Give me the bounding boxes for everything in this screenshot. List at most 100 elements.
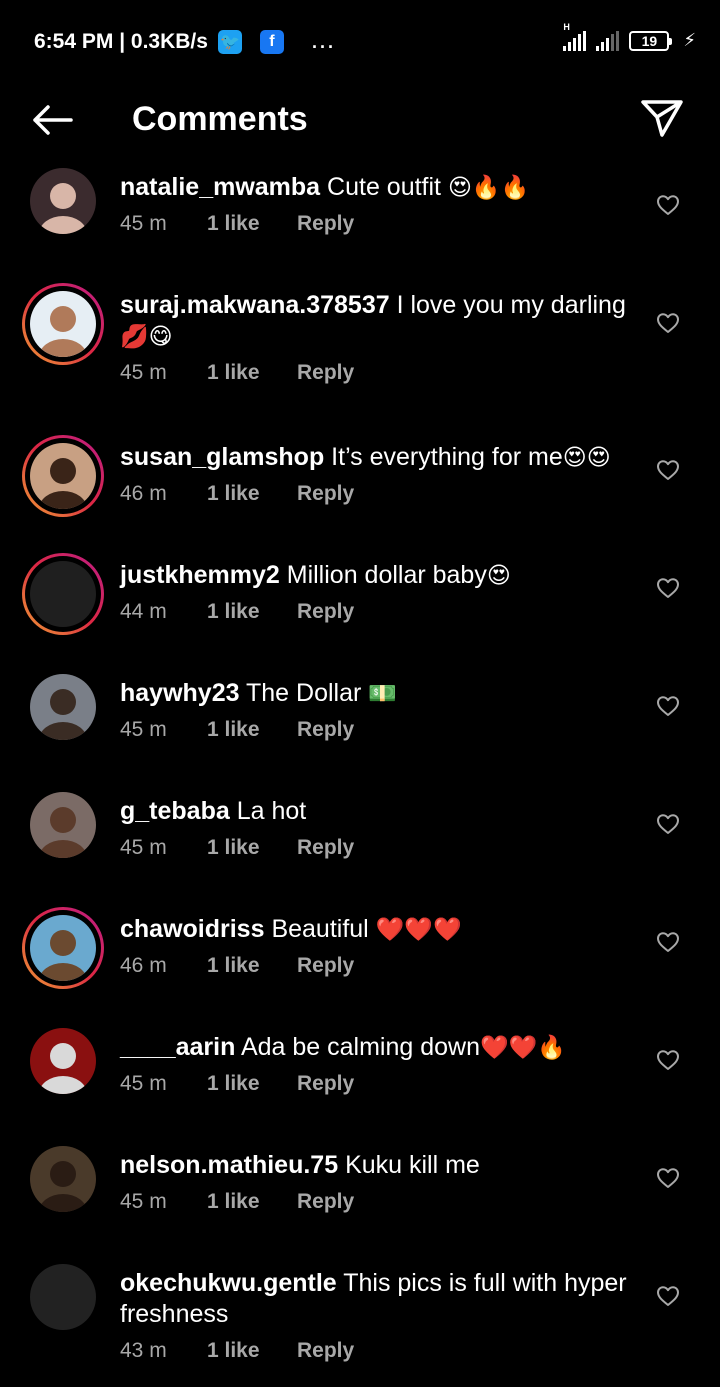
heart-icon[interactable]	[656, 931, 680, 953]
reply-button[interactable]: Reply	[297, 1072, 354, 1096]
charging-icon: ⚡	[683, 30, 696, 50]
heart-icon[interactable]	[656, 813, 680, 835]
comment-meta: 44 m 1 like Reply	[120, 600, 640, 624]
heart-icon[interactable]	[656, 459, 680, 481]
comment-username[interactable]: susan_glamshop	[120, 443, 324, 471]
reply-button[interactable]: Reply	[297, 718, 354, 742]
comment-text: g_tebaba La hot	[120, 796, 640, 828]
comment-meta: 45 m 1 like Reply	[120, 718, 640, 742]
comment-text: susan_glamshop It’s everything for me😍😍	[120, 442, 640, 474]
avatar-image	[30, 1146, 96, 1212]
comment-time: 45 m	[120, 836, 167, 859]
comment-message: La hot	[229, 797, 307, 825]
comment-likes[interactable]: 1 like	[207, 212, 297, 236]
comment-message: Kuku kill me	[338, 1151, 480, 1179]
comment-time: 44 m	[120, 600, 167, 623]
comment-time: 45 m	[120, 361, 167, 384]
comment-emoji: 💋😋	[120, 324, 173, 350]
comment-username[interactable]: justkhemmy2	[120, 561, 280, 589]
avatar-image	[30, 792, 96, 858]
reply-button[interactable]: Reply	[297, 600, 354, 624]
comment-time: 45 m	[120, 212, 167, 235]
comment-message: I love you my darling	[389, 291, 626, 319]
avatar[interactable]	[22, 784, 104, 866]
comment-emoji: 😍🔥🔥	[447, 175, 530, 201]
comment-body: justkhemmy2 Million dollar baby😍 44 m 1 …	[120, 560, 640, 624]
status-overflow: ...	[311, 31, 336, 52]
comment-meta: 45 m 1 like Reply	[120, 1072, 640, 1096]
comment-likes[interactable]: 1 like	[207, 836, 297, 860]
comment-text: haywhy23 The Dollar 💵	[120, 678, 640, 710]
comment-likes[interactable]: 1 like	[207, 361, 297, 385]
comment-username[interactable]: g_tebaba	[120, 797, 230, 825]
facebook-icon: f	[259, 30, 284, 54]
comment-username[interactable]: okechukwu.gentle	[120, 1269, 337, 1297]
comment-likes[interactable]: 1 like	[207, 600, 297, 624]
comment-username[interactable]: natalie_mwamba	[120, 173, 320, 201]
heart-icon[interactable]	[656, 312, 680, 334]
avatar[interactable]	[22, 1020, 104, 1102]
comment-meta: 45 m 1 like Reply	[120, 212, 640, 236]
reply-button[interactable]: Reply	[297, 836, 354, 860]
heart-icon[interactable]	[656, 1049, 680, 1071]
comment-likes[interactable]: 1 like	[207, 1190, 297, 1214]
avatar[interactable]	[22, 907, 104, 989]
reply-button[interactable]: Reply	[297, 212, 354, 236]
comment-text: suraj.makwana.378537 I love you my darli…	[120, 290, 640, 353]
comment-time: 46 m	[120, 482, 167, 505]
reply-button[interactable]: Reply	[297, 1339, 354, 1363]
comment-likes[interactable]: 1 like	[207, 1072, 297, 1096]
status-left: 6:54 PM | 0.3KB/s 🐦 f ...	[34, 30, 336, 54]
comment-meta: 45 m 1 like Reply	[120, 361, 640, 385]
reply-button[interactable]: Reply	[297, 954, 354, 978]
comment-text: ____aarin Ada be calming down❤️❤️🔥	[120, 1032, 640, 1064]
comment-likes[interactable]: 1 like	[207, 482, 297, 506]
comment-meta: 45 m 1 like Reply	[120, 836, 640, 860]
comment-username[interactable]: chawoidriss	[120, 915, 265, 943]
reply-button[interactable]: Reply	[297, 482, 354, 506]
heart-icon[interactable]	[656, 695, 680, 717]
avatar[interactable]	[22, 553, 104, 635]
avatar[interactable]	[22, 666, 104, 748]
comment-emoji: 😍😍	[562, 445, 611, 471]
comment-text: okechukwu.gentle This pics is full with …	[120, 1268, 640, 1331]
comment-username[interactable]: suraj.makwana.378537	[120, 291, 390, 319]
reply-button[interactable]: Reply	[297, 361, 354, 385]
status-right: 19 ⚡	[563, 22, 696, 51]
send-icon	[641, 100, 683, 137]
comment-likes[interactable]: 1 like	[207, 718, 297, 742]
heart-icon[interactable]	[656, 1167, 680, 1189]
comment-emoji: 💵	[368, 681, 397, 707]
comment-time: 45 m	[120, 1072, 167, 1095]
heart-icon[interactable]	[656, 194, 680, 216]
avatar[interactable]	[22, 283, 104, 365]
avatar-image	[30, 915, 96, 981]
comment-username[interactable]: haywhy23	[120, 679, 240, 707]
comment-username[interactable]: ____aarin	[120, 1033, 235, 1061]
signal-icon	[596, 30, 620, 51]
comment-body: chawoidriss Beautiful ❤️❤️❤️ 46 m 1 like…	[120, 914, 640, 978]
reply-button[interactable]: Reply	[297, 1190, 354, 1214]
comment-likes[interactable]: 1 like	[207, 1339, 297, 1363]
back-arrow-icon	[33, 105, 73, 135]
avatar[interactable]	[22, 1138, 104, 1220]
comment-body: okechukwu.gentle This pics is full with …	[120, 1268, 640, 1363]
heart-icon[interactable]	[656, 1285, 680, 1307]
comment-message: The Dollar	[239, 679, 369, 707]
comment-time: 45 m	[120, 1190, 167, 1213]
comment-likes[interactable]: 1 like	[207, 954, 297, 978]
avatar-image	[30, 674, 96, 740]
avatar[interactable]	[22, 160, 104, 242]
avatar[interactable]	[22, 1256, 104, 1338]
back-button[interactable]	[28, 98, 76, 142]
status-bar: 6:54 PM | 0.3KB/s 🐦 f ... 19 ⚡	[0, 0, 720, 86]
comment-message: Beautiful	[264, 915, 376, 943]
comment-message: Million dollar baby	[279, 561, 487, 589]
comment-time: 45 m	[120, 718, 167, 741]
comment-username[interactable]: nelson.mathieu.75	[120, 1151, 338, 1179]
avatar[interactable]	[22, 435, 104, 517]
heart-icon[interactable]	[656, 577, 680, 599]
comment-emoji: 😍	[486, 563, 511, 589]
share-button[interactable]	[640, 98, 686, 142]
comment-text: justkhemmy2 Million dollar baby😍	[120, 560, 640, 592]
